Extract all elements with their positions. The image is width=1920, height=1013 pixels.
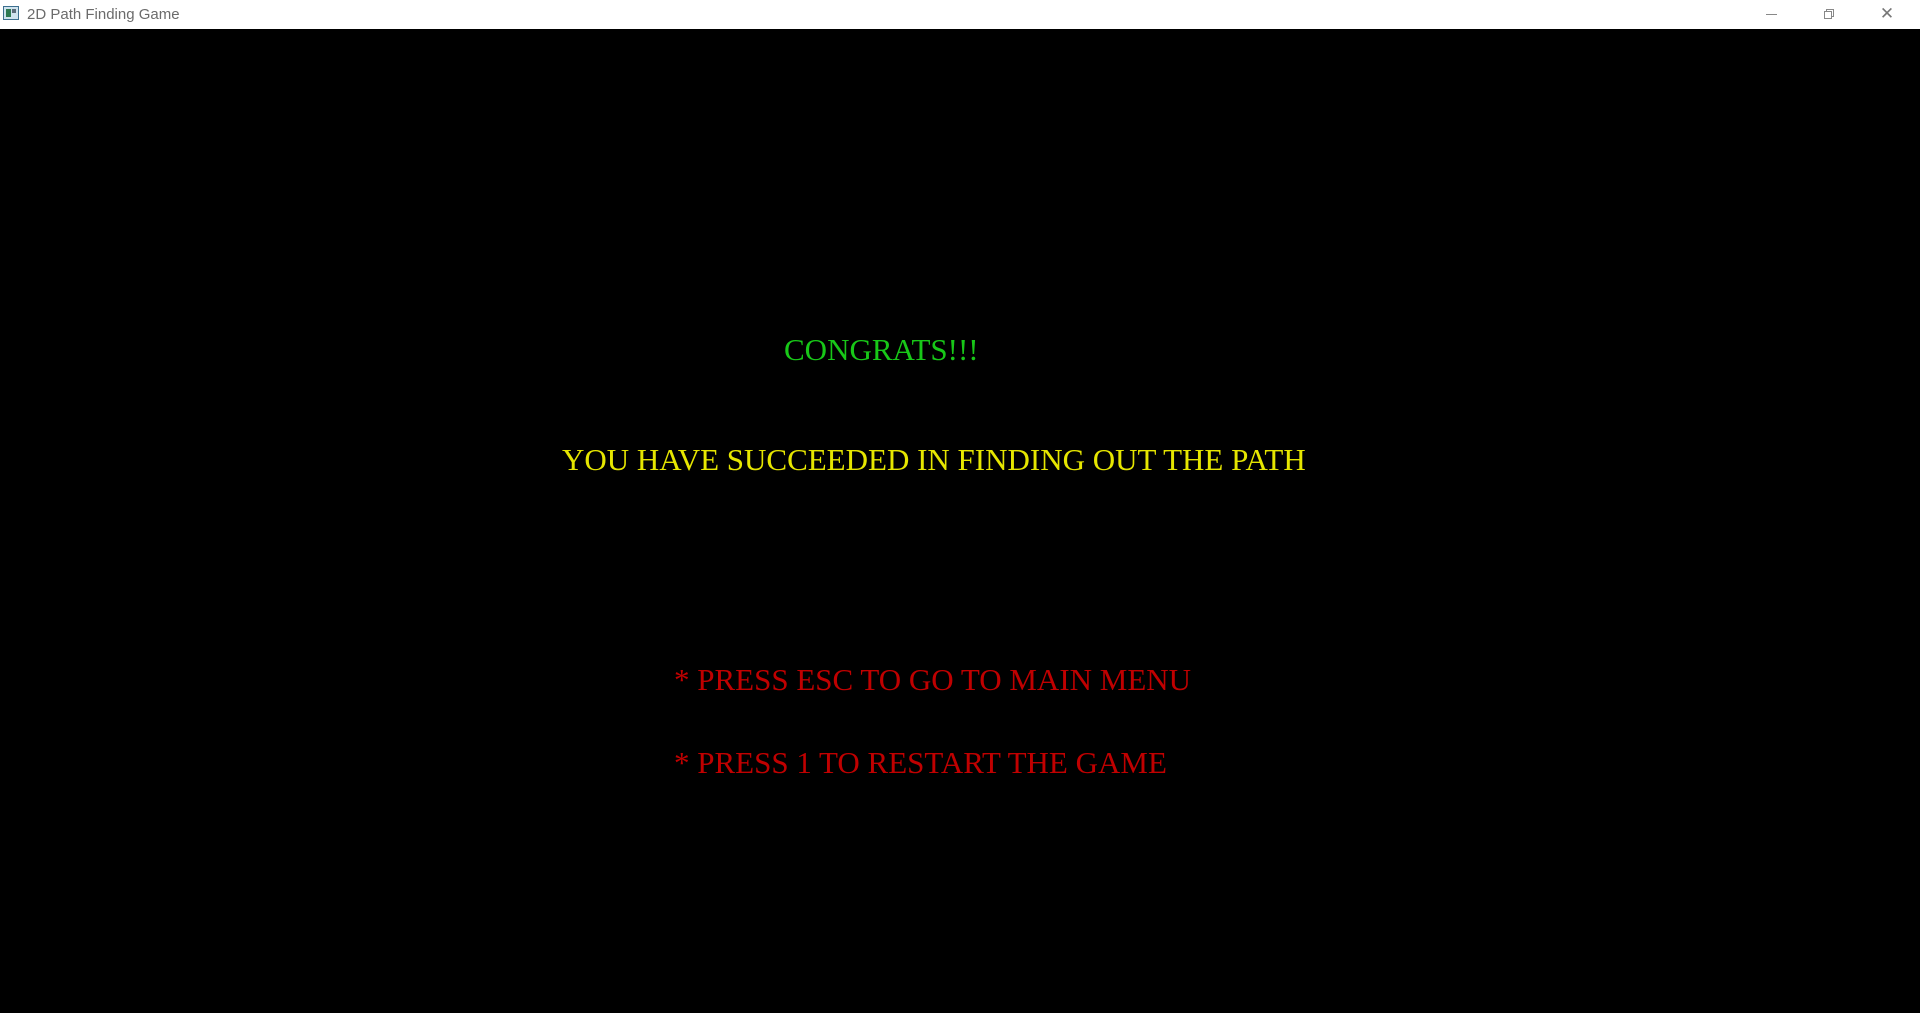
option-main-menu: * PRESS ESC TO GO TO MAIN MENU xyxy=(674,662,1192,697)
option-restart: * PRESS 1 TO RESTART THE GAME xyxy=(674,745,1167,780)
restore-button[interactable] xyxy=(1800,0,1858,29)
game-window: 2D Path Finding Game ✕ CONGRATS!!! YOU H… xyxy=(0,0,1920,1013)
title-bar[interactable]: 2D Path Finding Game ✕ xyxy=(0,0,1920,29)
restore-icon xyxy=(1823,9,1835,20)
success-message: YOU HAVE SUCCEEDED IN FINDING OUT THE PA… xyxy=(562,442,1306,477)
window-title: 2D Path Finding Game xyxy=(27,6,180,23)
minimize-icon xyxy=(1765,14,1777,15)
game-canvas[interactable]: CONGRATS!!! YOU HAVE SUCCEEDED IN FINDIN… xyxy=(0,29,1920,1013)
close-icon: ✕ xyxy=(1879,4,1895,24)
close-button[interactable]: ✕ xyxy=(1858,0,1916,29)
minimize-button[interactable] xyxy=(1742,0,1800,29)
congrats-text: CONGRATS!!! xyxy=(784,332,979,367)
app-window-icon xyxy=(3,6,19,20)
